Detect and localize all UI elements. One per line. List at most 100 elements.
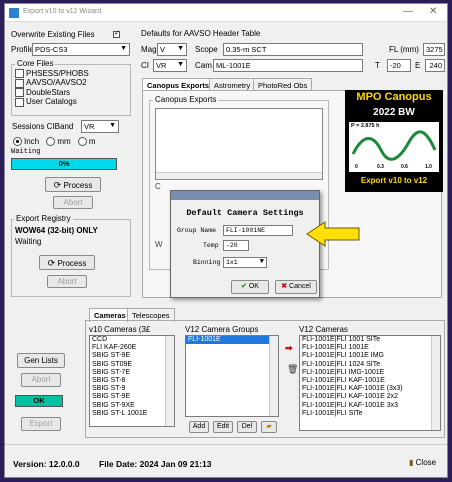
list-item[interactable]: FLI-1001E|FLI SITe: [300, 410, 440, 418]
chevron-down-icon: ▼: [120, 45, 127, 52]
unit-m-radio[interactable]: [77, 137, 87, 147]
list-item[interactable]: SBIG ST09E: [90, 361, 174, 369]
add-arrow-button[interactable]: ➡: [285, 343, 293, 354]
abort-button[interactable]: Abort: [53, 196, 93, 209]
abort-lists-button[interactable]: Abort: [21, 373, 61, 387]
process-button[interactable]: ⟳ Process: [45, 177, 101, 192]
open-folder-button[interactable]: ▰: [261, 421, 277, 433]
close-window-button[interactable]: ✕: [429, 6, 437, 17]
list-item[interactable]: SBIG ST-8: [90, 377, 174, 385]
list-item[interactable]: SBIG ST-7E: [90, 369, 174, 377]
e-label: E: [415, 61, 421, 70]
v10-cameras-list[interactable]: CCD FLI KAF-260E SBIG ST-9E SBIG ST09E S…: [89, 335, 175, 427]
v10-cameras-title: v10 Cameras (3£: [89, 325, 151, 334]
core-file-label: AAVSO/AAVSO2: [26, 78, 87, 88]
list-item[interactable]: SBIG ST-9: [90, 385, 174, 393]
core-file-item[interactable]: AAVSO/AAVSO2: [15, 78, 89, 88]
list-item[interactable]: SBIG ST-9XE: [90, 402, 174, 410]
core-file-item[interactable]: User Catalogs: [15, 97, 89, 107]
list-item[interactable]: FLI-1001E|FLI KAF-1001E 3x3: [300, 402, 440, 410]
profile-value: PDS-CS3: [35, 45, 68, 54]
registry-abort-button[interactable]: Abort: [47, 275, 87, 288]
unit-inch-radio[interactable]: [13, 137, 22, 147]
add-group-button[interactable]: Add: [189, 421, 209, 433]
core-file-checkbox[interactable]: [15, 69, 24, 79]
list-item[interactable]: FLI-1001E|FLI KAF-1001E 2x2: [300, 393, 440, 401]
canopus-exports-list[interactable]: [155, 108, 323, 180]
lightcurve-line: [351, 130, 437, 161]
temp-input[interactable]: -20: [223, 240, 249, 251]
core-file-checkbox[interactable]: [15, 97, 24, 107]
mag-value: V: [160, 45, 166, 54]
dialog-ok-button[interactable]: ✔ OK: [231, 280, 269, 294]
check-icon: ✓: [114, 30, 120, 37]
list-item[interactable]: FLI-1001E|FLI 1024 SITe: [300, 361, 440, 369]
list-item-selected[interactable]: FLI-1001E: [186, 336, 278, 345]
fl-input[interactable]: 3275: [423, 43, 445, 56]
vertical-scrollbar[interactable]: [431, 336, 440, 430]
mag-select[interactable]: V ▼: [157, 43, 187, 56]
chevron-down-icon: ▼: [259, 258, 264, 266]
overwrite-checkbox[interactable]: ✓: [113, 30, 120, 38]
door-icon: ▮: [409, 458, 414, 467]
gen-lists-button[interactable]: Gen Lists: [17, 353, 65, 368]
list-item[interactable]: FLI-1001E|FLI KAF-1001E: [300, 377, 440, 385]
scope-input[interactable]: 0.35-m SCT: [223, 43, 363, 56]
v12-cameras-list[interactable]: FLI-1001E|FLI 1001 SITe FLI-1001E|FLI 10…: [299, 335, 441, 431]
list-item[interactable]: SBIG ST-9E: [90, 393, 174, 401]
abort-label: Abort: [63, 198, 83, 207]
binning-select[interactable]: 1x1 ▼: [223, 257, 267, 268]
list-item[interactable]: FLI-1001E|FLI KAF-1001E (3x3): [300, 385, 440, 393]
list-item[interactable]: FLI KAF-260E: [90, 344, 174, 352]
ci-select[interactable]: VR ▼: [153, 59, 187, 72]
v12-groups-list[interactable]: FLI-1001E: [185, 335, 279, 417]
sessions-select[interactable]: VR ▼: [81, 120, 119, 133]
list-item[interactable]: FLI-1001E|FLI 1001E: [300, 344, 440, 352]
profile-select[interactable]: PDS-CS3 ▼: [32, 43, 130, 56]
hidden-label-w: W: [155, 240, 163, 249]
process-icon: ⟳: [53, 180, 62, 190]
list-item[interactable]: FLI-1001E|FLI 1001E IMG: [300, 352, 440, 360]
close-button[interactable]: ▮ Close: [409, 456, 445, 470]
core-file-checkbox[interactable]: [15, 78, 24, 88]
core-file-checkbox[interactable]: [15, 88, 24, 98]
chevron-down-icon: ▼: [109, 122, 116, 129]
minimize-button[interactable]: —: [403, 6, 413, 17]
binning-label: Binning: [193, 259, 221, 266]
sessions-value: VR: [84, 122, 95, 131]
list-item[interactable]: CCD: [90, 336, 174, 344]
list-item[interactable]: FLI-1001E|FLI 1001 SITe: [300, 336, 440, 344]
edit-group-button[interactable]: Edit: [213, 421, 233, 433]
check-icon: ✔: [241, 283, 247, 290]
core-files-title: Core Files: [15, 59, 56, 68]
trash-icon[interactable]: 🗑: [287, 364, 298, 375]
logo-caption: Export v10 to v12: [360, 176, 428, 185]
core-file-item[interactable]: DoubleStars: [15, 88, 89, 98]
tick-label: 1.0: [425, 164, 432, 170]
process-icon: ⟳: [47, 258, 56, 268]
e-input[interactable]: 240: [425, 59, 445, 72]
horizontal-scrollbar[interactable]: [156, 172, 322, 179]
group-name-input[interactable]: FLI-1001NE: [223, 225, 293, 236]
list-item[interactable]: FLI-1001E|FLI IMG-1001E: [300, 369, 440, 377]
footer-divider: [5, 444, 447, 445]
core-file-item[interactable]: PHSESS/PHOBS: [15, 69, 89, 79]
unit-inch-label: Inch: [24, 137, 40, 146]
logo-subtitle: 2022 BW: [373, 107, 415, 118]
cam-input[interactable]: ML-1001E: [213, 59, 363, 72]
unit-mm-radio[interactable]: [46, 137, 56, 147]
chevron-down-icon: ▼: [177, 61, 184, 68]
dialog-cancel-button[interactable]: ✖ Cancel: [275, 280, 317, 294]
vertical-scrollbar[interactable]: [269, 336, 278, 416]
dialog-cancel-label: Cancel: [289, 283, 311, 290]
delete-group-button[interactable]: Del: [237, 421, 257, 433]
window-title: Export v10 to v12 Wizard: [23, 8, 102, 15]
hidden-label-c: C: [155, 182, 161, 191]
list-item[interactable]: SBIG ST-L 1001E: [90, 410, 174, 418]
t-input[interactable]: -20: [387, 59, 411, 72]
vertical-scrollbar[interactable]: [165, 336, 174, 426]
export-button[interactable]: Export: [21, 417, 61, 431]
lightcurve-plot: P = 2.875 h 0 0.3 0.6 1.0: [349, 122, 439, 172]
list-item[interactable]: SBIG ST-9E: [90, 352, 174, 360]
registry-process-button[interactable]: ⟳ Process: [39, 255, 95, 270]
